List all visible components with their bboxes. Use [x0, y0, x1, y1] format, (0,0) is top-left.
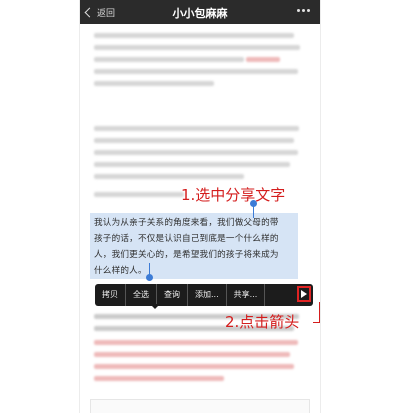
blurred-link-text — [94, 364, 294, 369]
annotation-step2: 2.点击箭头 — [225, 313, 300, 331]
nav-bar: 返回 小小包麻麻 — [80, 0, 320, 24]
selected-text-line[interactable]: 人，我们更关心的，是希望我们的孩子将来成为 — [94, 248, 279, 260]
annotation-connector-line — [313, 302, 320, 323]
selection-end-handle[interactable] — [146, 263, 153, 281]
menu-item-lookup[interactable]: 查询 — [157, 284, 188, 306]
menu-item-select-all[interactable]: 全选 — [126, 284, 157, 306]
menu-item-share[interactable]: 共享... — [227, 284, 266, 306]
blurred-text-line — [94, 192, 184, 197]
blurred-text-line — [94, 162, 290, 167]
blurred-text-line — [94, 126, 299, 131]
blurred-link-text — [94, 340, 298, 345]
menu-pointer-caret — [150, 304, 160, 309]
menu-more-arrow-button[interactable] — [297, 286, 311, 302]
blurred-text-line — [94, 138, 294, 143]
text-context-menu: 拷贝 全选 查询 添加... 共享... — [95, 284, 313, 306]
page-title: 小小包麻麻 — [172, 7, 228, 20]
selected-text-line[interactable]: 我认为从亲子关系的角度来看，我们做父母的带 — [94, 216, 279, 228]
blurred-link-text — [246, 57, 280, 62]
menu-item-copy[interactable]: 拷贝 — [95, 284, 126, 306]
blurred-link-text — [94, 352, 290, 357]
blurred-link-text — [94, 376, 224, 381]
more-options-icon[interactable] — [297, 9, 310, 12]
blurred-text-line — [94, 57, 244, 62]
selected-text-line[interactable]: 孩子的话，不仅是认识自己到底是一个什么样的 — [94, 232, 279, 244]
annotation-step1: 1.选中分享文字 — [181, 186, 286, 204]
selected-text-line[interactable]: 什么样的人。 — [94, 264, 147, 276]
menu-item-add[interactable]: 添加... — [188, 284, 227, 306]
blurred-text-line — [94, 45, 300, 50]
blurred-text-line — [94, 174, 244, 179]
blurred-text-line — [94, 69, 298, 74]
blurred-text-line — [94, 81, 214, 86]
footer-card — [90, 399, 310, 413]
play-arrow-icon — [301, 290, 307, 298]
phone-screen: 返回 小小包麻麻 我认为从亲子关系的角度来看，我们做父母的带 孩子的话，不仅是认… — [80, 0, 320, 413]
blurred-text-line — [94, 150, 298, 155]
blurred-text-line — [94, 33, 294, 38]
selection-start-handle[interactable] — [250, 200, 257, 218]
